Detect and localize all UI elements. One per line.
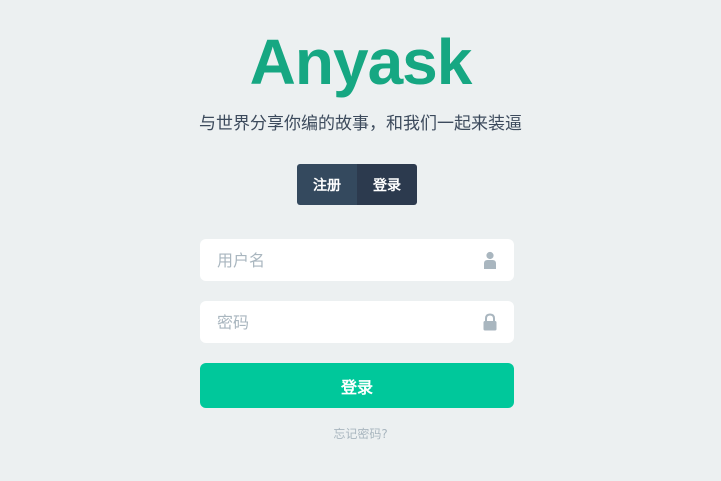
lock-icon xyxy=(483,313,497,331)
auth-tabs: 注册 登录 xyxy=(297,164,417,205)
password-field xyxy=(200,301,514,343)
username-field xyxy=(200,239,514,281)
login-button[interactable]: 登录 xyxy=(200,363,514,408)
username-input[interactable] xyxy=(200,239,467,281)
forgot-password-row: 忘记密码? xyxy=(0,425,721,442)
user-icon xyxy=(484,251,496,269)
tab-login[interactable]: 登录 xyxy=(357,164,417,205)
password-input[interactable] xyxy=(200,301,467,343)
brand-logo: Anyask xyxy=(249,26,473,98)
tab-register[interactable]: 注册 xyxy=(297,164,357,205)
tagline: 与世界分享你编的故事，和我们一起来装逼 xyxy=(199,114,522,134)
forgot-password-link[interactable]: 忘记密码? xyxy=(333,427,387,441)
